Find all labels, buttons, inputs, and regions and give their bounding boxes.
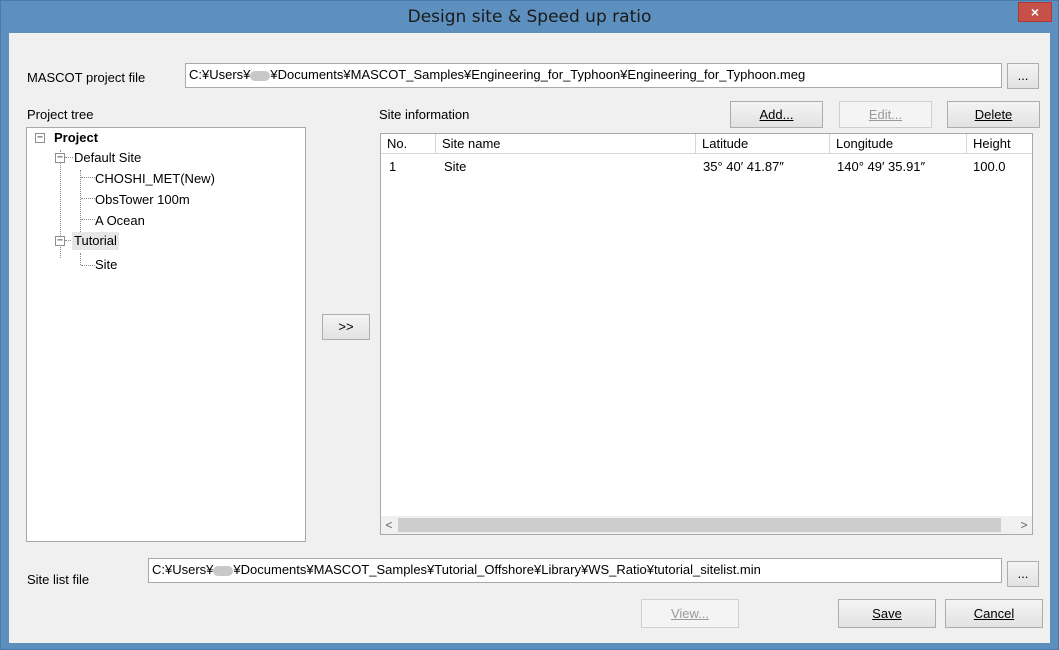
column-header-site-name[interactable]: Site name	[436, 134, 696, 154]
dialog-window: Design site & Speed up ratio × MASCOT pr…	[0, 0, 1059, 650]
close-button[interactable]: ×	[1018, 2, 1052, 22]
project-file-path-field[interactable]: C:¥Users¥ ¥Documents¥MASCOT_Samples¥Engin…	[185, 63, 1002, 88]
view-button-label: View...	[670, 606, 710, 621]
redacted-username	[250, 70, 271, 81]
column-header-no[interactable]: No.	[381, 134, 436, 154]
project-tree[interactable]: − Project − Default Site CHOSHI_MET(New)…	[26, 127, 306, 542]
dialog-body: MASCOT project file C:¥Users¥ ¥Documents¥…	[9, 33, 1050, 643]
project-file-browse-button[interactable]: ...	[1007, 63, 1039, 89]
collapse-icon[interactable]: −	[55, 236, 65, 246]
tree-connector	[80, 253, 81, 265]
project-file-path-prefix: C:¥Users¥	[189, 67, 251, 82]
transfer-button[interactable]: >>	[322, 314, 370, 340]
tree-node-project[interactable]: Project	[54, 129, 98, 147]
add-button[interactable]: Add...	[730, 101, 823, 128]
tree-connector	[81, 198, 95, 199]
cancel-button[interactable]: Cancel	[945, 599, 1043, 628]
edit-button-label: Edit...	[868, 107, 903, 122]
tree-node-choshi-met[interactable]: CHOSHI_MET(New)	[95, 170, 215, 188]
column-header-height[interactable]: Height	[967, 134, 1032, 154]
site-list-view[interactable]: No. Site name Latitude Longitude Height …	[380, 133, 1033, 535]
window-title: Design site & Speed up ratio	[407, 7, 652, 27]
collapse-icon[interactable]: −	[35, 133, 45, 143]
tree-node-default-site[interactable]: Default Site	[74, 149, 141, 167]
view-button[interactable]: View...	[641, 599, 739, 628]
horizontal-scrollbar[interactable]: < >	[381, 516, 1032, 534]
collapse-icon[interactable]: −	[55, 153, 65, 163]
add-button-label: Add...	[759, 107, 794, 122]
cell-latitude: 35° 40′ 41.87″	[703, 159, 784, 174]
column-header-longitude[interactable]: Longitude	[830, 134, 967, 154]
edit-button[interactable]: Edit...	[839, 101, 932, 128]
title-bar[interactable]: Design site & Speed up ratio ×	[1, 1, 1058, 33]
tree-node-obstower[interactable]: ObsTower 100m	[95, 191, 190, 209]
project-file-label: MASCOT project file	[27, 70, 146, 85]
tree-node-site[interactable]: Site	[95, 256, 117, 274]
save-button[interactable]: Save	[838, 599, 936, 628]
tree-node-a-ocean[interactable]: A Ocean	[95, 212, 145, 230]
delete-button-label: Delete	[974, 107, 1013, 122]
cell-no: 1	[389, 159, 397, 174]
tree-node-tutorial[interactable]: Tutorial	[72, 232, 119, 250]
cell-height: 100.0	[973, 159, 1006, 174]
save-button-label: Save	[872, 606, 902, 621]
tree-connector	[65, 157, 73, 158]
column-header-latitude[interactable]: Latitude	[696, 134, 830, 154]
project-tree-label: Project tree	[27, 107, 94, 122]
site-list-file-path-field[interactable]: C:¥Users¥ ¥Documents¥MASCOT_Samples¥Tutor…	[148, 558, 1002, 583]
site-list-browse-button[interactable]: ...	[1007, 561, 1039, 587]
tree-connector	[81, 177, 95, 178]
site-list-file-label: Site list file	[27, 572, 90, 587]
site-information-label: Site information	[379, 107, 470, 122]
scroll-right-icon[interactable]: >	[1016, 516, 1032, 534]
scroll-left-icon[interactable]: <	[381, 516, 397, 534]
cancel-button-label: Cancel	[973, 606, 1015, 621]
site-list-path-prefix: C:¥Users¥	[152, 562, 214, 577]
scrollbar-thumb[interactable]	[398, 518, 1001, 532]
redacted-username	[213, 565, 234, 576]
site-list-path-suffix: ¥Documents¥MASCOT_Samples¥Tutorial_Offsh…	[233, 562, 761, 577]
cell-site-name: Site	[444, 159, 467, 174]
delete-button[interactable]: Delete	[947, 101, 1040, 128]
tree-connector	[81, 219, 95, 220]
tree-connector	[81, 265, 95, 266]
project-file-path-suffix: ¥Documents¥MASCOT_Samples¥Engineering_fo…	[270, 67, 806, 82]
cell-longitude: 140° 49′ 35.91″	[837, 159, 926, 174]
